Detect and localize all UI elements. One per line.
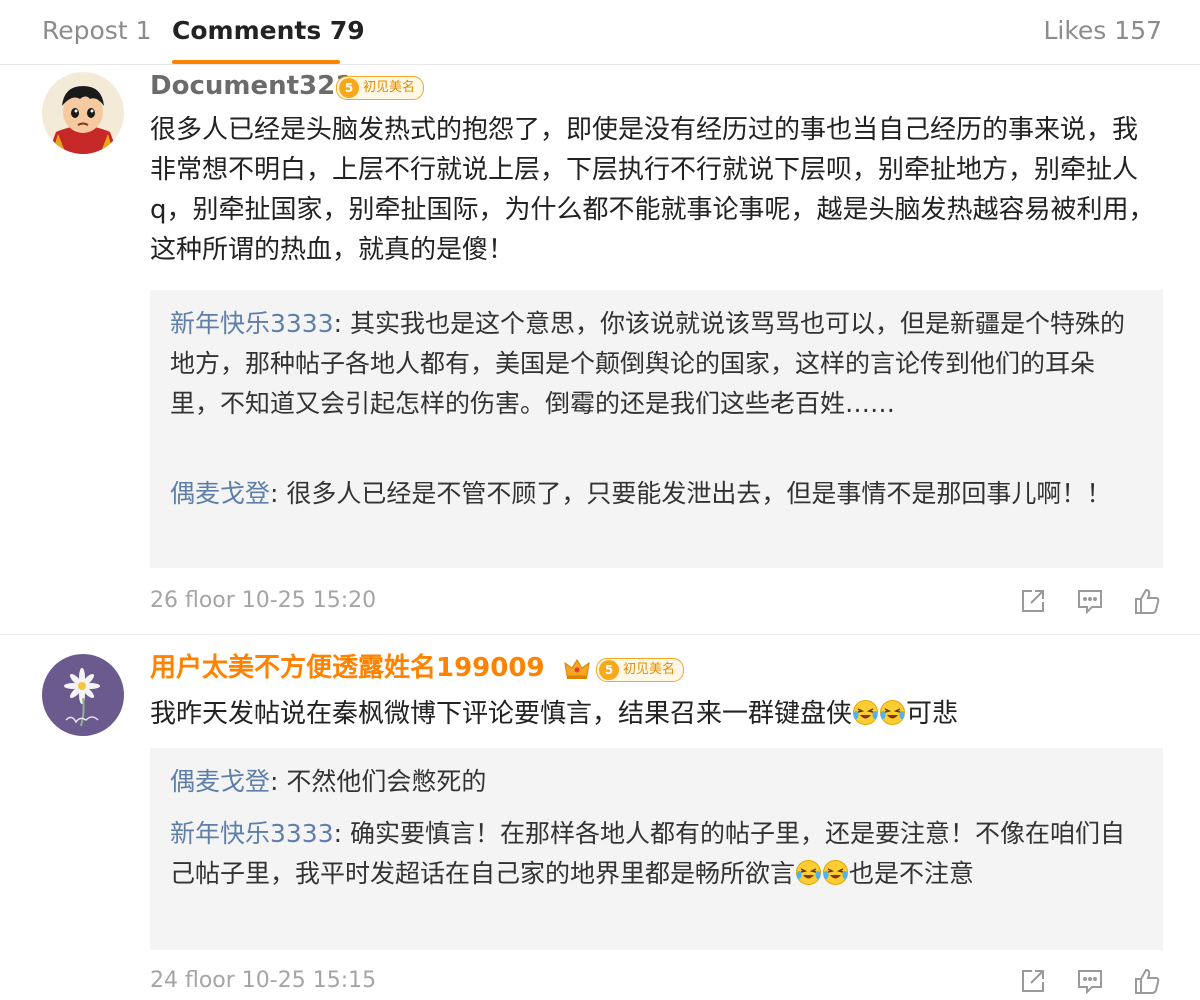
reply-item: 偶麦戈登: 不然他们会憋死的	[170, 762, 1140, 802]
share-button[interactable]	[1018, 586, 1048, 616]
avatar[interactable]	[42, 654, 124, 736]
comment-item: 用户太美不方便透露姓名199009 5 初见美名 我昨天发帖说在秦枫微博下评论要慎…	[0, 634, 1200, 995]
badge-title: 初见美名	[363, 80, 416, 95]
comment-text-part: 我昨天发帖说在秦枫微博下评论要慎言，结果召来一群键盘侠	[150, 699, 853, 729]
reply-text-part: 也是不注意	[849, 859, 975, 888]
user-level-badge: 5 初见美名	[336, 76, 425, 100]
tab-comments[interactable]: Comments 79	[172, 14, 365, 48]
reply-item: 新年快乐3333: 其实我也是这个意思，你该说就说该骂骂也可以，但是新疆是个特殊…	[170, 304, 1140, 424]
share-icon	[1022, 590, 1044, 612]
tab-repost[interactable]: Repost 1	[42, 14, 151, 48]
reply-separator: :	[270, 479, 287, 508]
reply-text: 很多人已经是不管不顾了，只要能发泄出去，但是事情不是那回事儿啊！！	[286, 479, 1112, 508]
reply-thread[interactable]: 新年快乐3333: 其实我也是这个意思，你该说就说该骂骂也可以，但是新疆是个特殊…	[150, 290, 1163, 568]
like-button[interactable]	[1132, 586, 1162, 616]
reply-author[interactable]: 偶麦戈登	[170, 479, 270, 508]
level-number: 5	[339, 78, 359, 98]
laughing-crying-emoji-icon	[880, 700, 906, 725]
comment-icon	[1078, 590, 1102, 615]
comment-meta: 26 floor 10-25 15:20	[150, 588, 377, 613]
share-button[interactable]	[1018, 966, 1048, 996]
reply-button[interactable]	[1075, 586, 1105, 616]
comment-icon	[1078, 970, 1102, 995]
badge-title: 初见美名	[623, 662, 676, 677]
reply-button[interactable]	[1075, 966, 1105, 996]
comment-tabs: Repost 1 Comments 79 Likes 157	[0, 0, 1200, 65]
reply-separator: :	[270, 767, 287, 796]
tab-likes[interactable]: Likes 157	[1043, 14, 1162, 48]
thumbs-up-icon	[1135, 588, 1160, 614]
laughing-crying-emoji-icon	[853, 700, 879, 725]
comment-text: 很多人已经是头脑发热式的抱怨了，即使是没有经历过的事也当自己经历的事来说，我非常…	[150, 115, 1155, 265]
share-icon	[1022, 970, 1044, 992]
like-button[interactable]	[1132, 966, 1162, 996]
comment-author[interactable]: 用户太美不方便透露姓名199009	[150, 650, 545, 686]
comment-author[interactable]: Document321	[150, 68, 353, 104]
reply-separator: :	[333, 819, 350, 848]
comment-meta: 24 floor 10-25 15:15	[150, 968, 377, 993]
laughing-crying-emoji-icon	[796, 860, 822, 885]
comment-text-part: 可悲	[906, 699, 959, 729]
reply-author[interactable]: 新年快乐3333	[170, 819, 334, 848]
reply-author[interactable]: 偶麦戈登	[170, 767, 270, 796]
reply-author[interactable]: 新年快乐3333	[170, 309, 334, 338]
crown-icon	[564, 659, 590, 679]
avatar[interactable]	[42, 72, 124, 154]
level-number: 5	[599, 660, 619, 680]
thumbs-up-icon	[1135, 968, 1160, 994]
laughing-crying-emoji-icon	[823, 860, 849, 885]
reply-thread[interactable]: 偶麦戈登: 不然他们会憋死的 新年快乐3333: 确实要慎言！在那样各地人都有的…	[150, 748, 1163, 950]
user-level-badge: 5 初见美名	[596, 658, 685, 682]
reply-text: 不然他们会憋死的	[286, 767, 487, 796]
reply-separator: :	[333, 309, 350, 338]
reply-item: 偶麦戈登: 很多人已经是不管不顾了，只要能发泄出去，但是事情不是那回事儿啊！！	[170, 474, 1140, 514]
reply-item: 新年快乐3333: 确实要慎言！在那样各地人都有的帖子里，还是要注意！不像在咱们…	[170, 814, 1140, 894]
comment-item: Document321 5 初见美名 很多人已经是头脑发热式的抱怨了，即使是没有经…	[0, 64, 1200, 635]
comment-text: 我昨天发帖说在秦枫微博下评论要慎言，结果召来一群键盘侠 可悲	[150, 694, 1160, 734]
